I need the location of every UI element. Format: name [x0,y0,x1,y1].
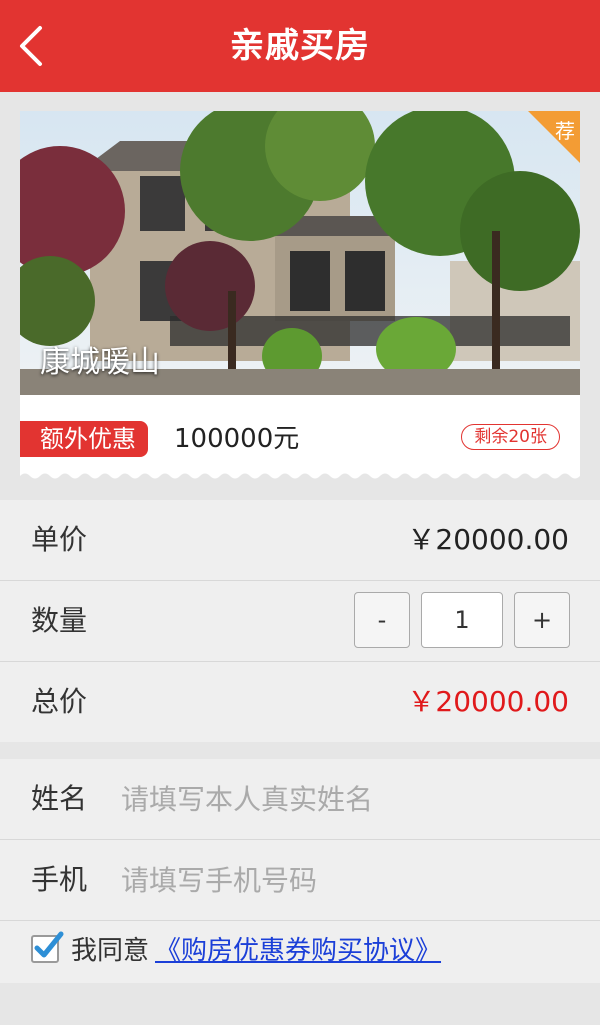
total-price-value: ￥20000.00 [407,685,569,718]
promo-amount: 100000元 [174,424,300,454]
recommend-badge-text: 荐 [555,119,575,143]
remaining-badge: 剩余20张 [461,424,560,450]
phone-input[interactable] [121,840,561,920]
agreement-link[interactable]: 《购房优惠券购买协议》 [155,921,441,981]
plus-button[interactable]: + [514,592,570,648]
agree-checkbox[interactable] [31,931,64,963]
minus-button[interactable]: - [354,592,410,648]
form-section: 姓名 手机 我同意 《购房优惠券购买协议》 [0,759,600,983]
unit-price-value: ￥20000.00 [407,523,569,556]
quantity-row: 数量 - 1 + [0,581,600,662]
price-section: 单价 ￥20000.00 数量 - 1 + 总价 ￥20000.00 [0,500,600,742]
unit-price-row: 单价 ￥20000.00 [0,500,600,581]
page-title: 亲戚买房 [230,26,370,66]
quantity-value[interactable]: 1 [421,592,503,648]
wave-edge [20,473,580,481]
promo-tag: 额外优惠 [20,421,148,457]
app-header: 亲戚买房 [0,0,600,92]
estate-card[interactable]: 康城暖山 荐 额外优惠 100000元 剩余20张 [20,111,580,481]
promo-row: 额外优惠 100000元 剩余20张 [20,395,580,481]
total-price-row: 总价 ￥20000.00 [0,662,600,742]
phone-label: 手机 [31,863,88,896]
recommend-badge: 荐 [528,111,580,163]
phone-row: 手机 [0,840,600,921]
unit-price-label: 单价 [31,523,88,556]
name-row: 姓名 [0,759,600,840]
agreement-row: 我同意 《购房优惠券购买协议》 [0,921,600,983]
agree-prefix: 我同意 [71,936,150,966]
name-input[interactable] [121,759,561,839]
name-label: 姓名 [31,782,88,815]
estate-name: 康城暖山 [40,345,160,380]
total-price-label: 总价 [31,685,88,718]
quantity-label: 数量 [31,604,88,637]
